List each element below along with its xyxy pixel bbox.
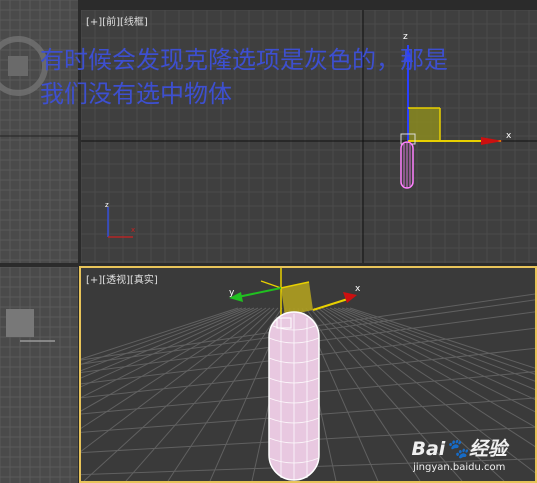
left-top-grid <box>0 0 78 263</box>
x-axis-label-persp: x <box>355 284 361 294</box>
y-axis-label-persp: y <box>229 288 235 298</box>
svg-text:x: x <box>131 226 135 234</box>
front-viewport-label: [+][前][线框] <box>86 13 148 28</box>
left-bottom-grid <box>0 267 78 483</box>
watermark: Bai🐾经验 jingyan.baidu.com <box>411 434 507 473</box>
viewport-view-menu[interactable]: [透视] <box>102 275 130 286</box>
caption-line-2: 我们没有选中物体 <box>40 80 232 108</box>
capsule-object-perspective[interactable] <box>268 311 320 481</box>
watermark-logo: Bai🐾经验 <box>411 438 507 460</box>
z-axis-label: z <box>403 32 408 42</box>
viewport-shading-menu[interactable]: [线框] <box>120 17 148 28</box>
viewport-shading-menu[interactable]: [真实] <box>130 275 158 286</box>
svg-text:z: z <box>105 201 109 209</box>
left-top-viewport[interactable] <box>0 0 78 263</box>
x-axis-label: x <box>506 131 512 141</box>
viewcube-icon <box>8 56 28 76</box>
caption-line-1: 有时候会发现克隆选项是灰色的，那是 <box>40 46 448 74</box>
viewcube-box-icon <box>6 309 34 337</box>
perspective-viewport-label: [+][透视][真实] <box>86 271 158 286</box>
watermark-url: jingyan.baidu.com <box>413 462 506 473</box>
viewport-plus-menu[interactable]: [+] <box>86 17 102 28</box>
left-bottom-viewport[interactable] <box>0 267 78 483</box>
annotation-caption: 有时候会发现克隆选项是灰色的，那是 我们没有选中物体 <box>40 43 537 111</box>
viewport-plus-menu[interactable]: [+] <box>86 275 102 286</box>
viewport-view-menu[interactable]: [前] <box>102 17 120 28</box>
